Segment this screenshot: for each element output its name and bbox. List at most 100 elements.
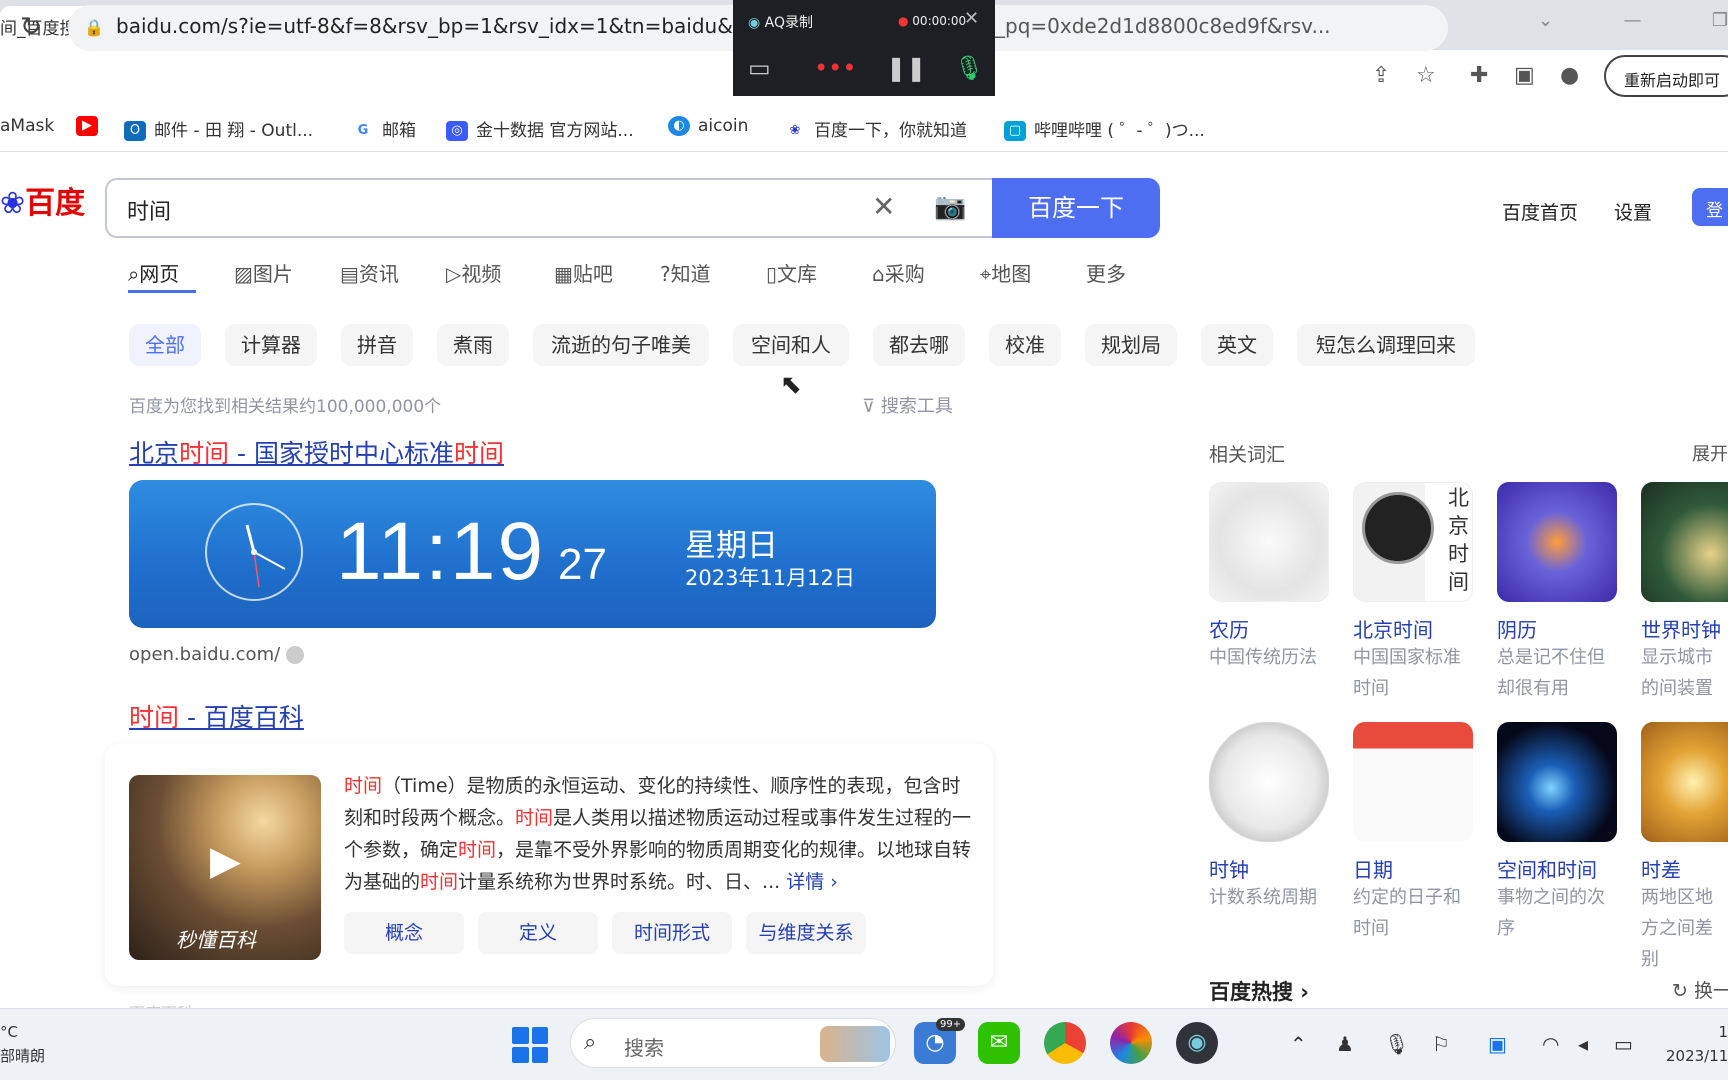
tray-volume-icon[interactable]: ◂ <box>1578 1032 1588 1056</box>
tray-app-icon[interactable]: ▣ <box>1488 1032 1507 1056</box>
tray-battery-icon[interactable]: ▭ <box>1614 1032 1633 1056</box>
reload-icon[interactable]: ↻ <box>20 12 42 42</box>
pause-icon[interactable]: ❚❚ <box>886 54 926 82</box>
weather-temp: °C <box>0 1023 18 1041</box>
login-button[interactable]: 登 <box>1692 188 1728 226</box>
taskbar-app-wechat-icon[interactable]: ✉ <box>978 1022 1020 1064</box>
settings-link[interactable]: 设置 <box>1614 198 1652 225</box>
search-button[interactable]: 百度一下 <box>992 178 1160 238</box>
baike-chip-dimension[interactable]: 与维度关系 <box>746 912 866 954</box>
chip-zhuyu[interactable]: 煮雨 <box>437 324 509 366</box>
taskbar-app-chrome-icon[interactable] <box>1044 1022 1086 1064</box>
chip-sentence[interactable]: 流逝的句子唯美 <box>533 324 709 366</box>
chip-space-people[interactable]: 空间和人 <box>733 324 849 366</box>
baidu-logo[interactable]: ❀百度 <box>0 178 85 222</box>
related-image-yinli[interactable] <box>1497 482 1617 602</box>
taskbar-app-recorder-icon[interactable]: ◉ <box>1176 1022 1218 1064</box>
play-icon[interactable]: ▶ <box>210 838 241 884</box>
bookmark-outlook[interactable]: O 邮件 - 田 翔 - Outl... <box>124 116 313 141</box>
bookmark-mail[interactable]: G 邮箱 <box>352 116 416 141</box>
search-input[interactable] <box>105 178 992 238</box>
home-link[interactable]: 百度首页 <box>1502 198 1578 225</box>
restore-icon[interactable]: ❐ <box>1712 10 1728 31</box>
related-name[interactable]: 阴历 <box>1497 614 1537 643</box>
related-name[interactable]: 空间和时间 <box>1497 854 1597 883</box>
tab-zhidao[interactable]: ?知道 <box>660 258 711 287</box>
result-title-baike[interactable]: 时间 - 百度百科 <box>129 698 304 734</box>
clear-icon[interactable]: ✕ <box>872 190 895 223</box>
tray-chevron-up-icon[interactable]: ⌃ <box>1290 1032 1307 1056</box>
related-image-lunar[interactable] <box>1209 482 1329 602</box>
tray-mic-icon[interactable]: 🎙 <box>1384 1032 1409 1056</box>
recorder-close-icon[interactable]: ✕ <box>964 8 979 29</box>
chip-all[interactable]: 全部 <box>129 324 201 366</box>
clock-icon <box>1362 492 1434 564</box>
related-name[interactable]: 时差 <box>1641 854 1728 883</box>
tab-wenku[interactable]: ▯文库 <box>766 258 817 287</box>
tab-map[interactable]: ⌖地图 <box>980 258 1031 287</box>
tab-tieba[interactable]: ▦贴吧 <box>554 258 613 287</box>
camera-icon[interactable]: 📷 <box>934 192 966 222</box>
microphone-icon[interactable]: 🎙 <box>954 54 984 82</box>
tab-web[interactable]: ⌕网页 <box>128 258 179 287</box>
chip-english[interactable]: 英文 <box>1201 324 1273 366</box>
chevron-down-icon[interactable]: ⌄ <box>1538 10 1553 31</box>
related-image-spacetime[interactable] <box>1497 722 1617 842</box>
expand-link[interactable]: 展开 <box>1692 440 1728 466</box>
tab-images[interactable]: ▨图片 <box>234 258 293 287</box>
tab-more[interactable]: 更多 <box>1086 258 1126 287</box>
related-name[interactable]: 世界时钟 <box>1641 614 1728 643</box>
star-icon[interactable]: ☆ <box>1416 63 1436 88</box>
related-image-timediff[interactable] <box>1641 722 1728 842</box>
extensions-icon[interactable]: ✚ <box>1470 63 1488 88</box>
baike-chip-forms[interactable]: 时间形式 <box>612 912 732 954</box>
bookmark-aicoin[interactable]: ◐ aicoin <box>668 116 748 136</box>
tray-wifi-icon[interactable]: ◠ <box>1542 1032 1559 1056</box>
chip-where[interactable]: 都去哪 <box>873 324 965 366</box>
taskbar-app-tv-icon[interactable] <box>1110 1022 1152 1064</box>
refresh-link[interactable]: ↻ 换一 <box>1672 976 1728 1003</box>
restart-button[interactable]: 重新启动即可 <box>1604 55 1728 97</box>
search-highlight-image[interactable] <box>820 1026 890 1062</box>
tray-ime-icon[interactable]: ⚐ <box>1432 1032 1450 1056</box>
video-icon: ▷ <box>446 262 462 286</box>
related-name[interactable]: 日期 <box>1353 854 1393 883</box>
related-name[interactable]: 时钟 <box>1209 854 1249 883</box>
chip-calculator[interactable]: 计算器 <box>225 324 317 366</box>
detail-link[interactable]: 详情 › <box>786 871 838 893</box>
bookmark-bilibili[interactable]: ▢ 哔哩哔哩 ( ゜- ゜)つ... <box>1004 116 1205 141</box>
tab-news[interactable]: ▤资讯 <box>340 258 399 287</box>
result-source[interactable]: open.baidu.com/ <box>129 644 280 665</box>
tab-video[interactable]: ▷视频 <box>446 258 501 287</box>
lock-icon[interactable]: 🔒 <box>84 18 104 37</box>
related-image-clock[interactable] <box>1209 722 1329 842</box>
windows-start-icon[interactable] <box>512 1027 548 1063</box>
related-image-worldclock[interactable] <box>1641 482 1728 602</box>
taskbar-clock[interactable]: 1 2023/11 <box>1666 1020 1728 1068</box>
search-tools-button[interactable]: ⊽ 搜索工具 <box>862 392 953 418</box>
chip-calibrate[interactable]: 校准 <box>989 324 1061 366</box>
baike-chip-concept[interactable]: 概念 <box>344 912 464 954</box>
chip-adjust[interactable]: 短怎么调理回来 <box>1297 324 1475 366</box>
more-dots-icon[interactable]: ••• <box>814 54 856 82</box>
window-capture-icon[interactable]: ▭ <box>748 54 771 82</box>
bookmark-jin10[interactable]: ◎ 金十数据 官方网站... <box>446 116 634 141</box>
hot-search-title[interactable]: 百度热搜 › <box>1209 976 1309 1006</box>
chip-pinyin[interactable]: 拼音 <box>341 324 413 366</box>
chip-planning[interactable]: 规划局 <box>1085 324 1177 366</box>
bookmark-baidu[interactable]: ❀ 百度一下，你就知道 <box>784 116 967 141</box>
baike-chip-definition[interactable]: 定义 <box>478 912 598 954</box>
related-name[interactable]: 北京时间 <box>1353 614 1433 643</box>
tray-qq-icon[interactable]: ♟ <box>1336 1032 1354 1056</box>
minimize-icon[interactable]: — <box>1623 10 1641 31</box>
sidepanel-icon[interactable]: ▣ <box>1514 63 1535 88</box>
tab-purchase[interactable]: ⌂采购 <box>872 258 925 287</box>
related-name[interactable]: 农历 <box>1209 614 1249 643</box>
bookmark-metamask[interactable]: aMask <box>0 116 54 136</box>
share-icon[interactable]: ⇪ <box>1372 63 1390 88</box>
weather-widget[interactable]: °C 部晴朗 <box>0 1020 45 1068</box>
profile-icon[interactable]: ● <box>1560 63 1579 88</box>
result-title-beijing-time[interactable]: 北京时间 - 国家授时中心标准时间 <box>129 434 504 470</box>
related-image-date[interactable] <box>1353 722 1473 842</box>
bookmark-youtube[interactable]: ▶ <box>76 116 106 136</box>
